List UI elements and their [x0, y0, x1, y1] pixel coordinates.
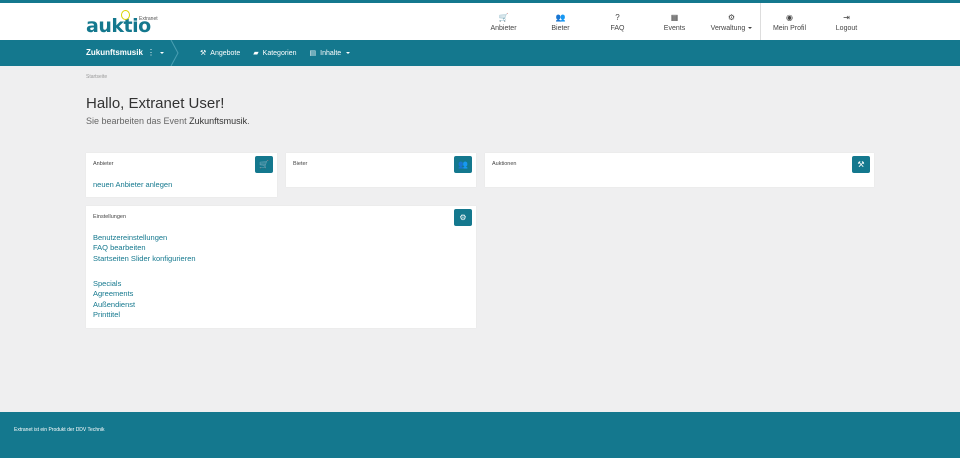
- card-title: Bieter: [293, 161, 308, 167]
- profile-icon: ◉: [786, 12, 793, 22]
- event-menu-toggle[interactable]: ⋮: [147, 40, 164, 66]
- caret-down-icon: [748, 26, 753, 29]
- top-nav: 🛒 Anbieter 👥 Bieter ? FAQ ▦ Events ⚙ Ver…: [475, 3, 875, 40]
- auktio-logo[interactable]: auktio Extranet: [86, 9, 166, 37]
- link-neuen-anbieter[interactable]: neuen Anbieter anlegen: [93, 180, 172, 190]
- link-specials[interactable]: Specials: [93, 279, 135, 289]
- link-printtitel[interactable]: Printtitel: [93, 310, 135, 320]
- event-sub-nav: ⚒ Angebote ▰ Kategorien ▤ Inhalte: [200, 40, 363, 66]
- nav-mein-profil[interactable]: ◉ Mein Profil: [761, 3, 818, 40]
- card-links: neuen Anbieter anlegen: [93, 180, 172, 190]
- footer-text: Extranet ist ein Produkt der DDV Technik: [14, 427, 105, 433]
- gear-icon: ⚙: [727, 12, 736, 22]
- editing-suffix: .: [247, 116, 250, 126]
- nav-label: Logout: [835, 24, 858, 32]
- current-event-title: Zukunftsmusik: [86, 48, 143, 57]
- logo-tag: Extranet: [139, 16, 158, 22]
- nav-label: Verwaltung: [710, 24, 746, 32]
- header: auktio Extranet 🛒 Anbieter 👥 Bieter ? FA…: [0, 3, 960, 40]
- gavel-icon: ⚒: [200, 50, 207, 57]
- caret-down-icon: [160, 51, 164, 54]
- card-links-group-2: Specials Agreements Außendienst Printtit…: [93, 279, 135, 321]
- cart-icon: 🛒: [498, 12, 509, 22]
- bieter-button[interactable]: 👥: [454, 156, 472, 173]
- link-agreements[interactable]: Agreements: [93, 289, 135, 299]
- card-einstellungen: Einstellungen ⚙ Benutzereinstellungen FA…: [86, 206, 476, 328]
- nav-label: Bieter: [551, 24, 570, 32]
- nav-events[interactable]: ▦ Events: [646, 3, 703, 40]
- subnav-angebote[interactable]: ⚒ Angebote: [200, 49, 241, 58]
- card-bieter: Bieter 👥: [286, 153, 476, 187]
- kebab-icon: ⋮: [147, 48, 155, 57]
- link-faq-bearbeiten[interactable]: FAQ bearbeiten: [93, 243, 196, 253]
- card-title: Anbieter: [93, 161, 114, 167]
- card-title: Einstellungen: [93, 214, 127, 220]
- footer: Extranet ist ein Produkt der DDV Technik: [0, 412, 960, 458]
- help-icon: ?: [615, 12, 620, 22]
- gear-icon: ⚙: [459, 213, 467, 222]
- breadcrumb-chevron-icon: [170, 40, 179, 66]
- cart-icon: 🛒: [259, 160, 269, 169]
- nav-bieter[interactable]: 👥 Bieter: [532, 3, 589, 40]
- link-aussendienst[interactable]: Außendienst: [93, 300, 135, 310]
- logo-bulb-icon: [121, 10, 130, 20]
- folder-icon: ▰: [253, 50, 259, 57]
- breadcrumb[interactable]: Startseite: [86, 74, 107, 80]
- calendar-icon: ▦: [670, 12, 679, 22]
- page-title: Hallo, Extranet User!: [86, 95, 225, 112]
- auktionen-button[interactable]: ⚒: [852, 156, 870, 173]
- nav-label: Mein Profil: [772, 24, 807, 32]
- users-icon: 👥: [555, 12, 566, 22]
- card-auktionen: Auktionen ⚒: [485, 153, 874, 187]
- nav-label: FAQ: [610, 24, 625, 32]
- anbieter-button[interactable]: 🛒: [255, 156, 273, 173]
- link-benutzereinstellungen[interactable]: Benutzereinstellungen: [93, 233, 196, 243]
- subnav-label: Kategorien: [262, 49, 297, 57]
- nav-verwaltung[interactable]: ⚙ Verwaltung: [703, 3, 760, 40]
- editing-info: Sie bearbeiten das Event Zukunftsmusik.: [86, 116, 250, 126]
- logout-icon: ⇥: [843, 12, 850, 22]
- editing-event-name: Zukunftsmusik: [189, 116, 248, 126]
- nav-anbieter[interactable]: 🛒 Anbieter: [475, 3, 532, 40]
- subnav-kategorien[interactable]: ▰ Kategorien: [253, 49, 297, 58]
- card-title: Auktionen: [492, 161, 517, 167]
- card-links-group-1: Benutzereinstellungen FAQ bearbeiten Sta…: [93, 233, 196, 264]
- users-icon: 👥: [458, 160, 468, 169]
- link-slider-konfigurieren[interactable]: Startseiten Slider konfigurieren: [93, 254, 196, 264]
- card-anbieter: Anbieter 🛒 neuen Anbieter anlegen: [86, 153, 277, 197]
- nav-faq[interactable]: ? FAQ: [589, 3, 646, 40]
- einstellungen-button[interactable]: ⚙: [454, 209, 472, 226]
- subnav-inhalte[interactable]: ▤ Inhalte: [310, 49, 351, 57]
- nav-label: Anbieter: [490, 24, 517, 32]
- nav-logout[interactable]: ⇥ Logout: [818, 3, 875, 40]
- nav-label: Events: [663, 24, 686, 32]
- caret-down-icon: [346, 52, 351, 54]
- subnav-label: Angebote: [210, 49, 241, 57]
- content-icon: ▤: [309, 50, 317, 57]
- editing-prefix: Sie bearbeiten das Event: [86, 116, 190, 126]
- gavel-icon: ⚒: [857, 160, 865, 169]
- subnav-label: Inhalte: [320, 49, 342, 57]
- event-bar: Zukunftsmusik ⋮ ⚒ Angebote ▰ Kategorien ▤ I…: [0, 40, 960, 66]
